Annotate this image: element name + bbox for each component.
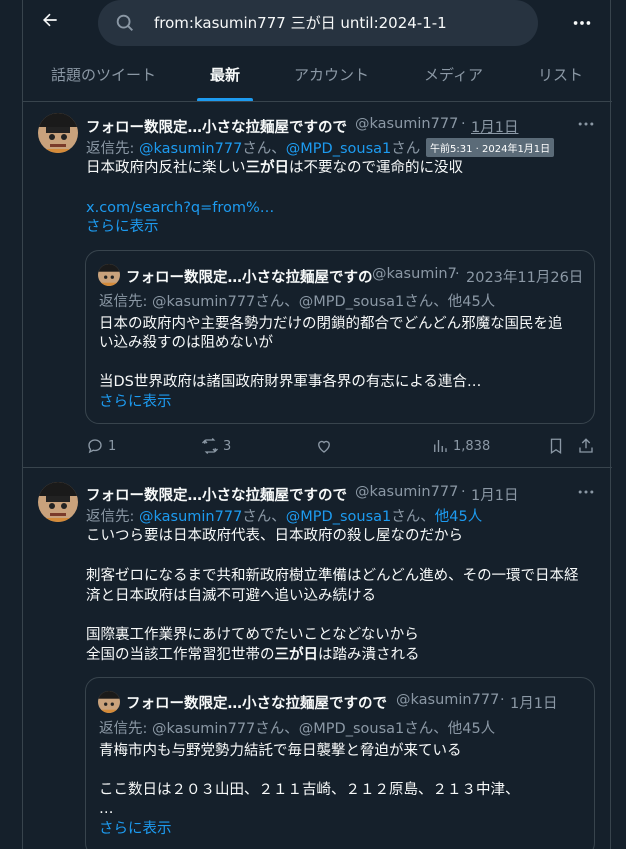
more-options-icon[interactable] — [571, 12, 593, 34]
tweet-text-line: こいつら要は日本政府代表、日本政府の殺し屋なのだから — [86, 528, 463, 544]
retweet-count: 3 — [223, 438, 232, 454]
reply-suffix: さん — [391, 141, 421, 157]
timeline-column: from:kasumin777 三が日 until:2024-1-1 話題のツイ… — [22, 0, 612, 849]
tab-lists[interactable]: リスト — [538, 64, 583, 85]
tweet-timestamp[interactable]: 1月1日 — [471, 484, 518, 505]
tweet-text-line: 全国の当該工作常習犯世帯の三が日は踏み潰される — [86, 645, 420, 665]
avatar[interactable] — [38, 113, 78, 153]
quoted-avatar — [98, 264, 120, 286]
quoted-reply-context: 返信先: @kasumin777さん、@MPD_sousa1さん、他45人 — [99, 721, 496, 737]
display-name[interactable]: フォロー数限定…小さな拉麺屋ですので — [86, 484, 347, 505]
quoted-text-line: 青梅市内も与野党勢力結託で毎日襲撃と脅迫が来ている — [99, 743, 462, 759]
retweet-icon — [202, 438, 218, 454]
separator-dot: · — [455, 266, 460, 282]
tweet-link[interactable]: x.com/search?q=from%… — [86, 198, 274, 218]
reply-user-link[interactable]: @kasumin777 — [139, 509, 242, 525]
tab-latest[interactable]: 最新 — [210, 64, 240, 85]
top-bar: from:kasumin777 三が日 until:2024-1-1 — [23, 0, 612, 53]
reply-icon — [88, 439, 102, 454]
quoted-text-line: 当DS世界政府は諸国政府財界軍事各界の有志による連合… — [99, 374, 482, 390]
reply-button[interactable]: 1 — [86, 437, 116, 457]
tweet-more-icon[interactable] — [576, 482, 596, 502]
reply-prefix: 返信先: — [86, 141, 139, 157]
separator-dot: · — [500, 692, 505, 708]
quoted-text-line: 日本の政府内や主要各勢力だけの閉鎖的都合でどんどん邪魔な国民を追 — [99, 316, 563, 332]
quoted-tweet[interactable]: フォロー数限定…小さな拉麺屋ですの @kasumin7 · 2023年11月26… — [85, 250, 595, 424]
search-input[interactable]: from:kasumin777 三が日 until:2024-1-1 — [154, 12, 447, 33]
reply-others-link[interactable]: 他45人 — [435, 509, 482, 525]
separator-dot: · — [461, 116, 466, 132]
tweet-text-line: 済と日本政府は自滅不可避へ追い込み続ける — [86, 588, 376, 604]
quoted-timestamp: 2023年11月26日 — [466, 270, 584, 286]
search-box[interactable]: from:kasumin777 三が日 until:2024-1-1 — [98, 0, 538, 46]
quoted-show-more-link[interactable]: さらに表示 — [99, 392, 172, 412]
reply-context: 返信先: @kasumin777さん、@MPD_sousa1さん — [86, 137, 420, 158]
retweet-button[interactable]: 3 — [201, 437, 231, 457]
divider — [23, 101, 612, 102]
separator-dot: · — [461, 484, 466, 500]
share-button[interactable] — [577, 437, 595, 457]
tweet-text-part: は踏み潰される — [318, 647, 420, 663]
reply-sep: さん、 — [391, 509, 435, 525]
search-highlight: 三が日 — [274, 647, 319, 663]
reply-user-link[interactable]: @MPD_sousa1 — [286, 141, 391, 157]
tweet-text: 日本政府内反社に楽しい三が日は不要なので運命的に没収 — [86, 158, 463, 178]
bookmark-icon — [550, 438, 562, 455]
views-count: 1,838 — [453, 438, 491, 454]
heart-icon — [318, 440, 330, 453]
handle[interactable]: @kasumin777 — [355, 116, 458, 132]
tweet-more-icon[interactable] — [576, 114, 596, 134]
quoted-text-line: ここ数日は２０３山田、２１１吉崎、２１２原島、２１３中津、 — [99, 782, 520, 798]
quoted-show-more-link[interactable]: さらに表示 — [99, 819, 172, 839]
reply-prefix: 返信先: — [86, 509, 139, 525]
reply-sep: さん、 — [242, 509, 286, 525]
quoted-text-line: い込み殺すのは阻めないが — [99, 335, 273, 351]
display-name[interactable]: フォロー数限定…小さな拉麺屋ですので — [86, 116, 347, 137]
reply-count: 1 — [108, 438, 117, 454]
show-more-link[interactable]: さらに表示 — [86, 217, 159, 237]
quoted-text-line: … — [99, 801, 114, 817]
back-arrow-icon[interactable] — [37, 10, 63, 36]
share-icon — [579, 438, 593, 453]
views-button[interactable]: 1,838 — [431, 437, 490, 457]
reply-sep: さん、 — [242, 141, 286, 157]
quoted-display-name: フォロー数限定…小さな拉麺屋ですので — [126, 696, 387, 712]
tweet-timestamp[interactable]: 1月1日 — [471, 116, 518, 137]
reply-user-link[interactable]: @kasumin777 — [139, 141, 242, 157]
tweet-text-part: 全国の当該工作常習犯世帯の — [86, 647, 275, 663]
quoted-tweet[interactable]: フォロー数限定…小さな拉麺屋ですので @kasumin777 · 1月1日 返信… — [85, 677, 595, 849]
quoted-display-name: フォロー数限定…小さな拉麺屋ですの — [126, 270, 373, 286]
quoted-reply-context: 返信先: @kasumin777さん、@MPD_sousa1さん、他45人 — [99, 294, 496, 310]
tweet-text-part: は不要なので運命的に没収 — [289, 160, 463, 176]
quoted-timestamp: 1月1日 — [510, 696, 558, 712]
reply-context: 返信先: @kasumin777さん、@MPD_sousa1さん、他45人 — [86, 505, 482, 526]
reply-user-link[interactable]: @MPD_sousa1 — [286, 509, 391, 525]
quoted-handle: @kasumin777 — [396, 692, 500, 708]
like-button[interactable] — [315, 437, 333, 457]
timestamp-tooltip: 午前5:31 · 2024年1月1日 — [426, 138, 555, 157]
handle[interactable]: @kasumin777 — [355, 484, 458, 500]
tab-media[interactable]: メディア — [424, 64, 483, 85]
quoted-avatar — [98, 691, 120, 713]
tweet-text-part: 日本政府内反社に楽しい — [86, 160, 246, 176]
divider — [23, 467, 612, 468]
tab-top[interactable]: 話題のツイート — [51, 64, 156, 85]
bookmark-button[interactable] — [547, 437, 565, 457]
tweet-text-line: 国際裏工作業界にあけてめでたいことなどないから — [86, 627, 419, 643]
search-highlight: 三が日 — [245, 160, 290, 176]
avatar[interactable] — [38, 482, 78, 522]
quoted-handle: @kasumin7 — [372, 266, 457, 282]
bar-chart-icon — [434, 440, 447, 452]
search-icon — [116, 14, 133, 31]
tab-people[interactable]: アカウント — [294, 64, 369, 85]
tweet-text-line: 刺客ゼロになるまで共和新政府樹立準備はどんどん進め、その一環で日本経 — [86, 568, 579, 584]
